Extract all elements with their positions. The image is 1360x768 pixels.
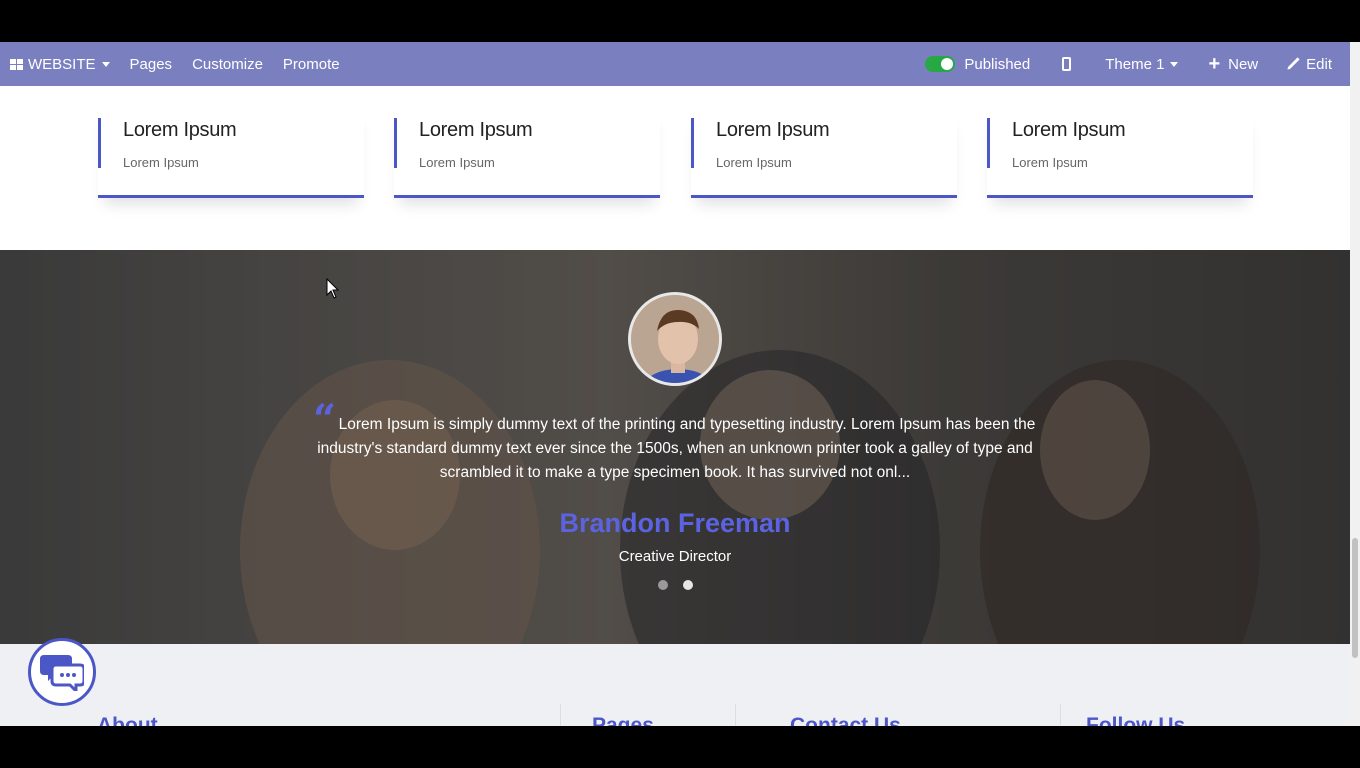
footer-about-heading: About: [97, 714, 158, 726]
mobile-preview-button[interactable]: [1040, 42, 1093, 86]
testimonial-author: Brandon Freeman: [559, 508, 791, 538]
website-editor-bar: WEBSITE Pages Customize Promote Publishe…: [0, 42, 1350, 86]
feature-card: Lorem Ipsum Lorem Ipsum: [98, 108, 364, 198]
footer-divider: [1060, 704, 1061, 726]
theme-dropdown[interactable]: Theme 1: [1093, 42, 1190, 86]
website-menu-label: WEBSITE: [28, 55, 96, 73]
feature-card: Lorem Ipsum Lorem Ipsum: [394, 108, 660, 198]
testimonial-quote: Lorem Ipsum is simply dummy text of the …: [317, 416, 1036, 481]
theme-label: Theme 1: [1105, 55, 1165, 73]
card-accent-bar: [987, 118, 990, 168]
editor-bar-right: Published Theme 1 + New Edit: [915, 42, 1350, 86]
customize-menu[interactable]: Customize: [182, 42, 273, 86]
card-accent-bar: [98, 118, 101, 168]
scrollbar-thumb[interactable]: [1352, 538, 1358, 658]
card-title: Lorem Ipsum: [123, 119, 237, 141]
mobile-phone-icon: [1062, 57, 1072, 71]
toggle-switch[interactable]: [925, 56, 956, 72]
website-menu-button[interactable]: WEBSITE: [0, 42, 120, 86]
edit-label: Edit: [1306, 55, 1332, 73]
browser-viewport: WEBSITE Pages Customize Promote Publishe…: [0, 42, 1360, 726]
footer-divider: [560, 704, 561, 726]
card-title: Lorem Ipsum: [716, 119, 830, 141]
card-subtitle: Lorem Ipsum: [1012, 155, 1088, 170]
pencil-icon: [1287, 57, 1300, 70]
publish-toggle[interactable]: Published: [915, 42, 1040, 86]
feature-cards-section: Lorem Ipsum Lorem Ipsum Lorem Ipsum Lore…: [0, 86, 1350, 250]
card-title: Lorem Ipsum: [419, 119, 533, 141]
avatar: [628, 292, 722, 386]
editor-bar-left: WEBSITE Pages Customize Promote: [0, 42, 350, 86]
new-button[interactable]: + New: [1190, 42, 1276, 86]
footer: About Pages Contact Us Follow Us: [0, 644, 1350, 726]
caret-down-icon: [101, 61, 110, 67]
live-chat-button[interactable]: [28, 638, 96, 706]
chat-bubbles-icon: [40, 655, 84, 691]
promote-menu[interactable]: Promote: [273, 42, 350, 86]
caret-down-icon: [1170, 61, 1179, 67]
card-subtitle: Lorem Ipsum: [716, 155, 792, 170]
edit-button[interactable]: Edit: [1276, 42, 1342, 86]
feature-card: Lorem Ipsum Lorem Ipsum: [987, 108, 1253, 198]
carousel-dot-1[interactable]: [658, 580, 668, 590]
card-subtitle: Lorem Ipsum: [123, 155, 199, 170]
footer-follow-heading: Follow Us: [1086, 714, 1186, 726]
page-scrollbar[interactable]: [1350, 42, 1360, 726]
grid-icon: [10, 58, 23, 70]
testimonial-role: Creative Director: [618, 548, 732, 565]
mouse-cursor-icon: [326, 278, 340, 299]
plus-icon: +: [1208, 53, 1221, 75]
card-title: Lorem Ipsum: [1012, 119, 1126, 141]
footer-pages-heading: Pages: [592, 714, 654, 726]
card-accent-bar: [394, 118, 397, 168]
footer-contact-heading: Contact Us: [790, 714, 901, 726]
footer-divider: [735, 704, 736, 726]
new-label: New: [1228, 55, 1259, 73]
published-label: Published: [964, 55, 1031, 73]
feature-card: Lorem Ipsum Lorem Ipsum: [691, 108, 957, 198]
pages-menu[interactable]: Pages: [120, 42, 183, 86]
carousel-dot-2[interactable]: [683, 580, 693, 590]
card-accent-bar: [691, 118, 694, 168]
screen-frame: WEBSITE Pages Customize Promote Publishe…: [0, 0, 1360, 768]
card-subtitle: Lorem Ipsum: [419, 155, 495, 170]
testimonial-section: “ Lorem Ipsum is simply dummy text of th…: [0, 250, 1350, 644]
